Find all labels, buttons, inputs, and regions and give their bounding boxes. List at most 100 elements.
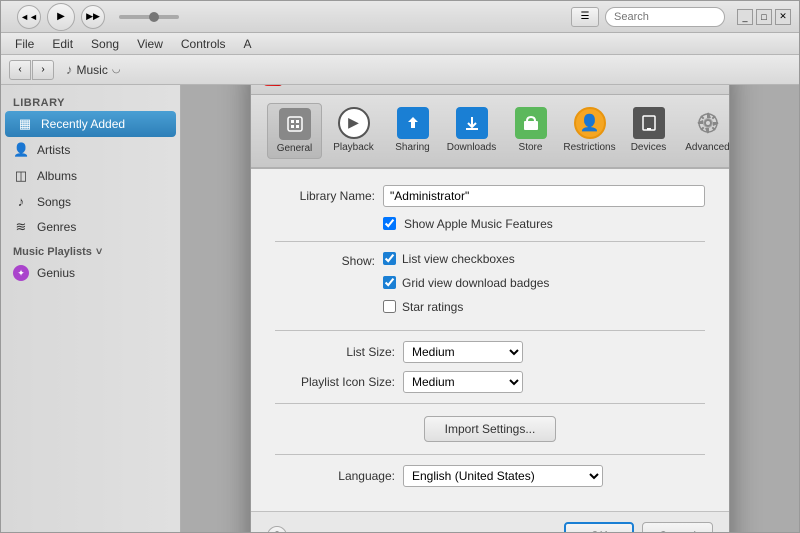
dialog-toolbar: General ▶ Playback Sh [251,95,729,169]
title-bar: ◄◄ ▶ ▶▶ ☰ _ □ ✕ [1,1,799,33]
genius-label: Genius [37,266,75,280]
nav-back-button[interactable]: ‹ [9,60,31,80]
playlist-icon-size-row: Playlist Icon Size: Small Medium Large [275,371,705,393]
footer-buttons: OK Cancel [564,522,713,533]
content-area: ♪ General Preferences ✕ [181,85,799,532]
toolbar-general[interactable]: General [267,103,322,159]
maximize-button[interactable]: □ [756,9,772,25]
itunes-window: ◄◄ ▶ ▶▶ ☰ _ □ ✕ File Edit Song View Cont… [0,0,800,533]
playback-toolbar-label: Playback [333,142,374,153]
playback-controls: ◄◄ ▶ ▶▶ [17,3,179,31]
menu-song[interactable]: Song [83,35,127,53]
toolbar-downloads[interactable]: Downloads [444,103,499,159]
music-note-icon: ♪ [66,62,73,77]
dialog-footer: ? OK Cancel [251,511,729,533]
cancel-button[interactable]: Cancel [642,522,713,533]
nav-arrows: ‹ › [9,60,54,80]
playlists-arrow-icon: ˅ [96,246,102,258]
list-view-checkbox[interactable] [383,252,396,265]
apple-music-checkbox[interactable] [383,217,396,230]
nav-dropdown-icon[interactable]: ◡ [112,64,121,75]
language-row: Language: English (United States) French… [275,465,705,487]
menu-file[interactable]: File [7,35,42,53]
nav-bar: ‹ › ♪ Music ◡ [1,55,799,85]
list-size-row: List Size: Small Medium Large [275,341,705,363]
menu-edit[interactable]: Edit [44,35,81,53]
library-name-input[interactable] [383,185,705,207]
library-name-label: Library Name: [275,189,375,203]
volume-slider[interactable] [119,15,179,19]
recently-added-icon: ▦ [17,116,33,132]
fast-forward-button[interactable]: ▶▶ [81,5,105,29]
star-ratings-checkbox[interactable] [383,300,396,313]
toolbar-sharing[interactable]: Sharing [385,103,440,159]
divider-4 [275,454,705,455]
genres-icon: ≋ [13,219,29,235]
sidebar-item-genres-label: Genres [37,220,76,234]
sidebar-item-artists[interactable]: 👤 Artists [1,137,180,163]
sidebar: Library ▦ Recently Added 👤 Artists ◫ Alb… [1,85,181,532]
dialog-title-bar: ♪ General Preferences ✕ [251,85,729,95]
devices-toolbar-label: Devices [631,142,667,153]
toolbar-playback[interactable]: ▶ Playback [326,103,381,159]
menu-controls[interactable]: Controls [173,35,234,53]
menu-view[interactable]: View [129,35,171,53]
divider-3 [275,403,705,404]
toolbar-advanced[interactable]: Advanced [680,103,730,159]
minimize-button[interactable]: _ [737,9,753,25]
playlists-label-text: Music Playlists [13,246,92,258]
advanced-toolbar-icon [692,107,724,139]
toolbar-restrictions[interactable]: 👤 Restrictions [562,103,617,159]
checkboxes-group: List view checkboxes Grid view download … [383,252,549,320]
downloads-toolbar-icon [456,107,488,139]
list-view-button[interactable]: ☰ [571,7,599,27]
sidebar-item-songs[interactable]: ♪ Songs [1,189,180,214]
sidebar-item-genius[interactable]: ✦ Genius [1,260,180,286]
main-content: Library ▦ Recently Added 👤 Artists ◫ Alb… [1,85,799,532]
general-toolbar-label: General [277,143,313,154]
menu-bar: File Edit Song View Controls A [1,33,799,55]
ok-button[interactable]: OK [564,522,633,533]
list-view-label: List view checkboxes [402,252,515,266]
grid-view-checkbox[interactable] [383,276,396,289]
sidebar-item-songs-label: Songs [37,195,71,209]
list-size-label: List Size: [275,345,395,359]
sidebar-item-genres[interactable]: ≋ Genres [1,214,180,240]
playlist-icon-size-select[interactable]: Small Medium Large [403,371,523,393]
playlists-section-label[interactable]: Music Playlists ˅ [1,240,180,260]
language-select[interactable]: English (United States) French German Sp… [403,465,603,487]
rewind-button[interactable]: ◄◄ [17,5,41,29]
nav-forward-button[interactable]: › [32,60,54,80]
modal-overlay: ♪ General Preferences ✕ [181,85,799,532]
list-size-select[interactable]: Small Medium Large [403,341,523,363]
toolbar-devices[interactable]: Devices [621,103,676,159]
search-input[interactable] [605,7,725,27]
import-settings-button[interactable]: Import Settings... [424,416,557,442]
library-name-row: Library Name: [275,185,705,207]
language-label: Language: [275,469,395,483]
store-toolbar-icon [515,107,547,139]
dialog-body: Library Name: Show Apple Music Features … [251,169,729,511]
sidebar-item-recently-added-label: Recently Added [41,117,125,131]
library-section-label: Library [1,93,180,111]
sidebar-item-recently-added[interactable]: ▦ Recently Added [5,111,176,137]
genius-icon: ✦ [13,265,29,281]
downloads-toolbar-label: Downloads [447,142,496,153]
restrictions-toolbar-label: Restrictions [563,142,615,153]
toolbar-store[interactable]: Store [503,103,558,159]
artists-icon: 👤 [13,142,29,158]
close-button[interactable]: ✕ [775,9,791,25]
nav-music-label: Music [77,63,108,77]
help-button[interactable]: ? [267,526,287,533]
sidebar-item-albums[interactable]: ◫ Albums [1,163,180,189]
store-toolbar-label: Store [519,142,543,153]
menu-more[interactable]: A [236,35,260,53]
devices-toolbar-icon [633,107,665,139]
divider-2 [275,330,705,331]
play-button[interactable]: ▶ [47,3,75,31]
window-controls: _ □ ✕ [737,9,791,25]
general-preferences-dialog: ♪ General Preferences ✕ [250,85,730,532]
divider-1 [275,241,705,242]
sidebar-item-artists-label: Artists [37,143,70,157]
star-ratings-label: Star ratings [402,300,463,314]
